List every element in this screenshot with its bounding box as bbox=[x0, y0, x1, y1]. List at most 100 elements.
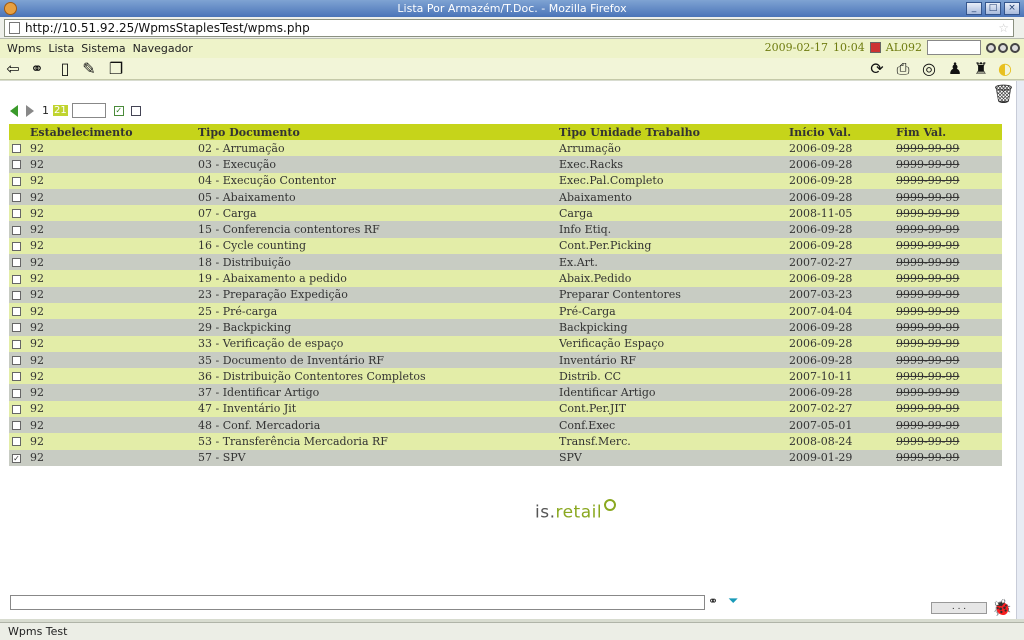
filter-funnel-icon[interactable]: ⏷ bbox=[728, 594, 748, 610]
row-checkbox[interactable] bbox=[12, 437, 21, 447]
back-arrow-icon[interactable]: ⇦ bbox=[4, 60, 22, 78]
filter-input[interactable] bbox=[10, 595, 705, 610]
header-inicio-val[interactable]: Início Val. bbox=[789, 124, 896, 140]
cell-inicio-val: 2007-02-27 bbox=[789, 254, 896, 271]
table-row[interactable]: 92 18 - Distribuição Ex.Art. 2007-02-27 9999… bbox=[9, 254, 1002, 271]
header-tipo-documento[interactable]: Tipo Documento bbox=[198, 124, 559, 140]
row-checkbox[interactable] bbox=[12, 339, 21, 349]
copy-document-icon[interactable]: ❐ bbox=[107, 60, 125, 78]
table-row[interactable]: 92 15 - Conferencia contentores RF Info Et… bbox=[9, 221, 1002, 238]
user-code: AL092 bbox=[885, 41, 922, 54]
cell-estabelecimento: 92 bbox=[30, 319, 198, 336]
cell-estabelecimento: 92 bbox=[30, 400, 198, 418]
table-row[interactable]: 92 33 - Verificação de espaço Verificação … bbox=[9, 335, 1002, 352]
url-bar[interactable]: http://10.51.92.25/WpmsStaplesTest/wpms.… bbox=[4, 19, 1014, 37]
table-row[interactable]: 92 02 - Arrumação Arrumação 2006-09-28 9999-… bbox=[9, 140, 1002, 157]
close-button[interactable]: × bbox=[1004, 2, 1020, 15]
table-row[interactable]: 92 36 - Distribuição Contentores Completo… bbox=[9, 368, 1002, 385]
refresh-icon[interactable]: ⟳ bbox=[868, 60, 886, 78]
menu-wpms[interactable]: Wpms bbox=[7, 42, 41, 55]
table-row[interactable]: 92 25 - Pré-carga Pré-Carga 2007-04-04 9999-… bbox=[9, 302, 1002, 320]
url-text[interactable]: http://10.51.92.25/WpmsStaplesTest/wpms.… bbox=[25, 21, 310, 35]
select-all-checkbox[interactable]: ✓ bbox=[113, 105, 124, 116]
table-row[interactable]: 92 23 - Preparação Expedição Preparar Cont… bbox=[9, 286, 1002, 303]
new-document-icon[interactable]: ▯ bbox=[56, 60, 74, 78]
cell-estabelecimento: 92 bbox=[30, 237, 198, 255]
cell-tipo-documento: 48 - Conf. Mercadoria bbox=[198, 417, 559, 434]
lifebuoy-icon[interactable]: ◎ bbox=[920, 60, 938, 78]
row-checkbox[interactable] bbox=[12, 388, 21, 398]
cell-tipo-documento: 36 - Distribuição Contentores Completos bbox=[198, 368, 559, 385]
bug-icon[interactable]: 🐞 bbox=[992, 598, 1014, 618]
quick-input[interactable] bbox=[927, 40, 981, 55]
menu-lista[interactable]: Lista bbox=[48, 42, 74, 55]
table-row[interactable]: 92 19 - Abaixamento a pedido Abaix.Pedido 2… bbox=[9, 270, 1002, 287]
row-checkbox[interactable] bbox=[12, 193, 21, 203]
page-input[interactable] bbox=[71, 103, 106, 118]
minimize-button[interactable]: _ bbox=[966, 2, 982, 15]
cell-fim-val: 9999-99-99 bbox=[896, 319, 1002, 336]
table-row[interactable]: 92 29 - Backpicking Backpicking 2006-09-28 9… bbox=[9, 319, 1002, 336]
row-checkbox[interactable] bbox=[12, 144, 21, 154]
cell-inicio-val: 2006-09-28 bbox=[789, 140, 896, 157]
circle-button-2[interactable] bbox=[998, 42, 1008, 53]
binoculars-icon[interactable]: ⚭ bbox=[28, 60, 46, 78]
cell-inicio-val: 2006-09-28 bbox=[789, 319, 896, 336]
window-title: Lista Por Armazém/T.Doc. - Mozilla Firef… bbox=[397, 2, 627, 15]
row-checkbox[interactable] bbox=[12, 356, 21, 365]
exit-icon[interactable]: ♟ bbox=[946, 60, 964, 78]
print-icon[interactable]: ⎙ bbox=[894, 60, 912, 78]
previous-page-icon[interactable] bbox=[10, 104, 18, 117]
row-checkbox[interactable] bbox=[12, 323, 21, 333]
circle-button-1[interactable] bbox=[986, 42, 996, 53]
row-checkbox[interactable] bbox=[12, 241, 21, 251]
table-row[interactable]: 92 35 - Documento de Inventário RF Inventá… bbox=[9, 351, 1002, 369]
cell-fim-val: 9999-99-99 bbox=[896, 254, 1002, 271]
maximize-button[interactable]: □ bbox=[985, 2, 1001, 15]
trash-icon[interactable]: 🗑 bbox=[992, 84, 1015, 108]
row-checkbox[interactable] bbox=[12, 160, 21, 170]
deselect-all-checkbox[interactable] bbox=[130, 105, 141, 116]
edit-icon[interactable]: ✎ bbox=[80, 60, 98, 78]
row-checkbox[interactable] bbox=[12, 372, 21, 382]
next-page-icon[interactable] bbox=[26, 104, 34, 117]
row-checkbox[interactable] bbox=[12, 209, 21, 219]
row-checkbox[interactable] bbox=[12, 307, 21, 317]
row-checkbox[interactable] bbox=[12, 176, 21, 186]
row-checkbox[interactable]: ✓ bbox=[12, 453, 21, 463]
table-row[interactable]: 92 16 - Cycle counting Cont.Per.Picking 200… bbox=[9, 237, 1002, 255]
cell-tipo-unidade: Backpicking bbox=[559, 319, 789, 336]
row-checkbox[interactable] bbox=[12, 421, 21, 431]
header-tipo-unidade[interactable]: Tipo Unidade Trabalho bbox=[559, 124, 789, 140]
bookmark-star-icon[interactable]: ☆ bbox=[998, 21, 1009, 35]
table-row[interactable]: 92 53 - Transferência Mercadoria RF Transf… bbox=[9, 433, 1002, 450]
cell-estabelecimento: 92 bbox=[30, 417, 198, 434]
table-row[interactable]: ✓ 92 57 - SPV SPV 2009-01-29 9999-99-99 bbox=[9, 449, 1002, 466]
table-row[interactable]: 92 48 - Conf. Mercadoria Conf.Exec 2007-05-… bbox=[9, 417, 1002, 434]
search-binoculars-icon[interactable]: ⚭ bbox=[708, 594, 724, 610]
circle-button-3[interactable] bbox=[1010, 42, 1020, 53]
cell-tipo-documento: 02 - Arrumação bbox=[198, 140, 559, 157]
cell-estabelecimento: 92 bbox=[30, 205, 198, 222]
cell-tipo-unidade: Cont.Per.JIT bbox=[559, 400, 789, 418]
row-checkbox[interactable] bbox=[12, 258, 21, 268]
stamp-icon[interactable]: ♜ bbox=[972, 60, 990, 78]
table-row[interactable]: 92 07 - Carga Carga 2008-11-05 9999-99-99 bbox=[9, 205, 1002, 222]
table-row[interactable]: 92 05 - Abaixamento Abaixamento 2006-09-28 9… bbox=[9, 188, 1002, 206]
menu-navegador[interactable]: Navegador bbox=[133, 42, 193, 55]
header-estabelecimento[interactable]: Estabelecimento bbox=[30, 124, 198, 140]
moon-icon[interactable]: ◐ bbox=[996, 60, 1014, 78]
cell-fim-val: 9999-99-99 bbox=[896, 433, 1002, 450]
vertical-scrollbar[interactable] bbox=[1016, 81, 1024, 619]
menu-sistema[interactable]: Sistema bbox=[81, 42, 125, 55]
table-row[interactable]: 92 04 - Execução Contentor Exec.Pal.Comple… bbox=[9, 172, 1002, 189]
table-row[interactable]: 92 47 - Inventário Jit Cont.Per.JIT 2007-02… bbox=[9, 400, 1002, 418]
row-checkbox[interactable] bbox=[12, 404, 21, 414]
header-fim-val[interactable]: Fim Val. bbox=[896, 124, 1002, 140]
row-checkbox[interactable] bbox=[12, 290, 21, 300]
more-button[interactable]: . . . bbox=[931, 602, 987, 614]
table-row[interactable]: 92 03 - Execução Exec.Racks 2006-09-28 9999-… bbox=[9, 156, 1002, 173]
row-checkbox[interactable] bbox=[12, 274, 21, 284]
row-checkbox[interactable] bbox=[12, 225, 21, 235]
table-row[interactable]: 92 37 - Identificar Artigo Identificar Art… bbox=[9, 384, 1002, 401]
